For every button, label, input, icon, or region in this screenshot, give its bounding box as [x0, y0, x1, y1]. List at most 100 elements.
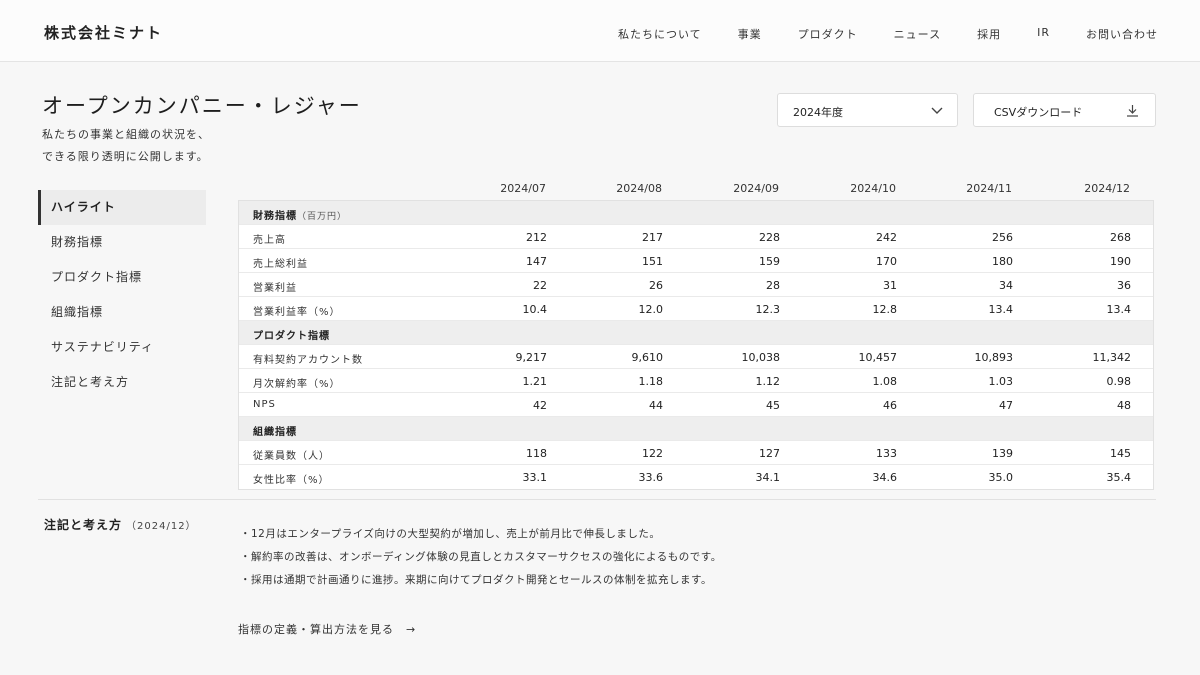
table-cell: 10,893: [974, 351, 1014, 364]
table-cell: 118: [526, 447, 547, 460]
nav-product[interactable]: プロダクト: [798, 26, 858, 42]
label-text: 営業利益率（%）: [253, 307, 341, 318]
table-cell: 1.08: [872, 375, 898, 388]
section-divider: [38, 499, 1156, 500]
table-row: 女性比率（%） 33.1 33.6 34.1 34.6 35.0 35.4: [239, 465, 1153, 489]
table-cell: 10,038: [741, 351, 781, 364]
table-cell: 159: [759, 255, 780, 268]
column-header: 2024/07: [500, 182, 546, 195]
table-cell: 34.1: [755, 471, 781, 484]
table-cell: 228: [759, 231, 780, 244]
column-header: 2024/08: [616, 182, 662, 195]
sidenav-item[interactable]: プロダクト指標: [38, 260, 206, 295]
table-cell: 10.4: [522, 303, 548, 316]
label-text: 営業利益: [253, 283, 297, 294]
label-text: 月次解約率（%）: [253, 379, 341, 390]
nav-contact[interactable]: お問い合わせ: [1086, 26, 1158, 42]
table-cell: 180: [992, 255, 1013, 268]
note-item: ・採用は通期で計画通りに進捗。来期に向けてプロダクト開発とセールスの体制を拡充し…: [240, 574, 712, 586]
table-row: NPS 42 44 45 46 47 48: [239, 393, 1153, 417]
row-label: NPS: [253, 399, 276, 410]
label-text: 女性比率（%）: [253, 475, 330, 486]
label-text: 従業員数（人）: [253, 451, 330, 462]
table-cell: 1.12: [755, 375, 781, 388]
table-cell: 0.98: [1106, 375, 1132, 388]
row-label: 月次解約率（%）: [253, 375, 341, 390]
table-cell: 31: [883, 279, 897, 292]
nav-recruit[interactable]: 採用: [977, 26, 1001, 42]
company-logo[interactable]: 株式会社ミナト: [44, 22, 163, 43]
label-text: 組織指標: [253, 427, 297, 438]
chevron-down-icon: [931, 107, 943, 114]
table-cell: 256: [992, 231, 1013, 244]
nav-ir[interactable]: IR: [1037, 26, 1050, 42]
table-cell: 33.1: [522, 471, 548, 484]
table-cell: 122: [642, 447, 663, 460]
sidenav-item[interactable]: サステナビリティ: [38, 330, 206, 365]
section-label: 財務指標（百万円）: [253, 207, 347, 222]
table-cell: 35.4: [1106, 471, 1132, 484]
column-header: 2024/10: [850, 182, 896, 195]
metric-definitions-link[interactable]: 指標の定義・算出方法を見る →: [238, 621, 416, 637]
row-label: 売上高: [253, 231, 286, 246]
table-cell: 34.6: [872, 471, 898, 484]
label-text: 売上高: [253, 235, 286, 246]
fiscal-year-select[interactable]: 2024年度: [777, 93, 958, 127]
table-cell: 33.6: [638, 471, 664, 484]
section-label: 組織指標: [253, 423, 297, 438]
label-text: 有料契約アカウント数: [253, 355, 363, 366]
table-row: 売上高 212 217 228 242 256 268: [239, 225, 1153, 249]
table-cell: 217: [642, 231, 663, 244]
table-row: 従業員数（人） 118 122 127 133 139 145: [239, 441, 1153, 465]
table-cell: 133: [876, 447, 897, 460]
row-label: 営業利益率（%）: [253, 303, 341, 318]
page-title: オープンカンパニー・レジャー: [42, 94, 362, 118]
arrow-right-icon: →: [406, 623, 417, 636]
table-cell: 12.0: [638, 303, 664, 316]
row-label: 従業員数（人）: [253, 447, 330, 462]
table-section-row: プロダクト指標: [239, 321, 1153, 345]
table-cell: 47: [999, 399, 1013, 412]
table-cell: 35.0: [988, 471, 1014, 484]
table-cell: 268: [1110, 231, 1131, 244]
notes-title-text: 注記と考え方: [44, 518, 123, 532]
table-cell: 190: [1110, 255, 1131, 268]
download-icon: [1127, 105, 1138, 117]
table-cell: 9,610: [631, 351, 664, 364]
table-cell: 11,342: [1092, 351, 1132, 364]
table-cell: 147: [526, 255, 547, 268]
table-cell: 48: [1117, 399, 1131, 412]
sidenav-item[interactable]: ハイライト: [38, 190, 206, 225]
sidenav-item[interactable]: 財務指標: [38, 225, 206, 260]
sidenav-item[interactable]: 注記と考え方: [38, 365, 206, 400]
table-cell: 44: [649, 399, 663, 412]
column-header: 2024/09: [733, 182, 779, 195]
table-row: 月次解約率（%） 1.21 1.18 1.12 1.08 1.03 0.98: [239, 369, 1153, 393]
table-cell: 26: [649, 279, 663, 292]
page-description: 私たちの事業と組織の状況を、 できる限り透明に公開します。: [42, 124, 302, 168]
fiscal-year-value: 2024年度: [793, 106, 843, 119]
table-cell: 46: [883, 399, 897, 412]
table-section-row: 組織指標: [239, 417, 1153, 441]
nav-about[interactable]: 私たちについて: [618, 26, 702, 42]
label-text: 財務指標: [253, 211, 297, 222]
table-row: 営業利益率（%） 10.4 12.0 12.3 12.8 13.4 13.4: [239, 297, 1153, 321]
sidenav-item[interactable]: 組織指標: [38, 295, 206, 330]
nav-business[interactable]: 事業: [738, 26, 762, 42]
table-cell: 242: [876, 231, 897, 244]
section-unit: （百万円）: [297, 212, 348, 222]
csv-download-button[interactable]: CSVダウンロード: [973, 93, 1156, 127]
label-text: プロダクト指標: [253, 331, 330, 342]
column-header: 2024/12: [1084, 182, 1130, 195]
nav-news[interactable]: ニュース: [894, 26, 941, 42]
label-text: 売上総利益: [253, 259, 308, 270]
metrics-table: 財務指標（百万円） 売上高 212 217 228 242 256 268 売上総利益 147 15…: [238, 200, 1154, 490]
metric-definitions-label: 指標の定義・算出方法を見る: [238, 623, 394, 636]
csv-download-label: CSVダウンロード: [994, 106, 1083, 119]
table-cell: 1.18: [638, 375, 664, 388]
table-row: 営業利益 22 26 28 31 34 36: [239, 273, 1153, 297]
table-cell: 145: [1110, 447, 1131, 460]
table-cell: 12.3: [755, 303, 781, 316]
table-cell: 45: [766, 399, 780, 412]
table-cell: 36: [1117, 279, 1131, 292]
